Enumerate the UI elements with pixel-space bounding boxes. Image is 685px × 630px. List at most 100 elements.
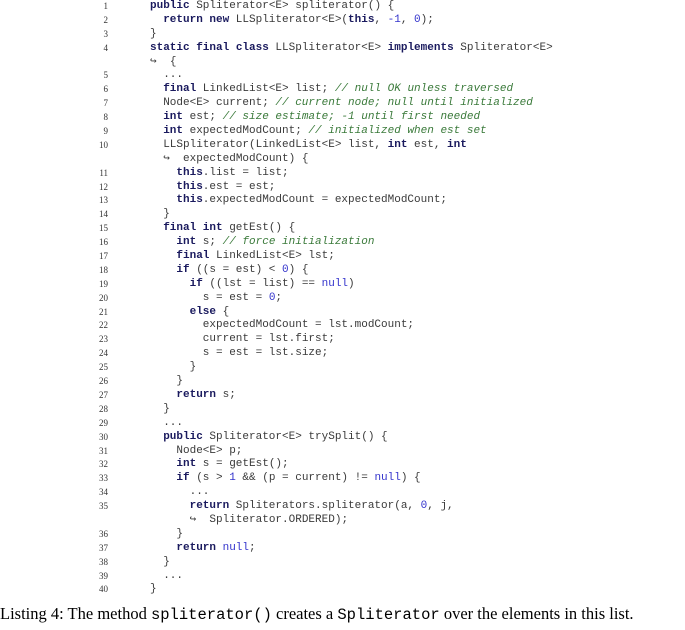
code-token: , [374,13,388,26]
literal: 1 [229,472,236,485]
code-line: 17 final LinkedList<E> lst; [0,250,685,264]
keyword: public [163,430,203,443]
code-token: { [216,305,230,318]
line-number: 30 [99,431,108,442]
code-token: Node<E> current; [163,97,276,110]
code-line: 38} [0,556,685,570]
literal: null [374,472,401,485]
line-number: 16 [99,237,108,248]
code-token: ; [275,291,283,304]
code-line: 23 current = lst.first; [0,333,685,347]
line-number: 8 [103,112,109,123]
code-text: ↪ Spliterator.ORDERED); [190,514,348,528]
keyword: this [176,180,203,193]
keyword: int [447,138,467,151]
code-line: 27 return s; [0,389,685,403]
code-token: LLSpliterator<E> [268,41,388,54]
code-text: ↪ { [150,56,176,70]
keyword: implements [387,41,454,54]
line-number: 20 [99,292,108,303]
line-number: 22 [99,320,108,331]
caption-text: creates a [271,604,338,623]
code-text: Node<E> current; // current node; null u… [163,97,533,111]
code-text: ... [163,69,183,83]
comment: // force initialization [222,236,375,249]
code-token: .expectedModCount = expectedModCount; [202,194,448,207]
keyword: final [176,250,210,263]
line-number: 18 [99,264,108,275]
code-line: 10 LLSpliterator(LinkedList<E> list, int … [0,139,685,153]
code-token: ) { [400,472,421,485]
code-line: 5... [0,69,685,83]
line-number: 37 [99,542,108,553]
code-text: final LinkedList<E> list; // null OK unl… [163,83,513,97]
code-token: s = getEst(); [196,458,289,471]
code-line: 31 Node<E> p; [0,445,685,459]
keyword: return new [163,13,230,26]
code-text: ... [163,417,183,431]
code-text: final LinkedList<E> lst; [176,250,334,264]
code-line: 22 expectedModCount = lst.modCount; [0,319,685,333]
code-text: int s; // force initialization [176,236,374,250]
code-line: 32 int s = getEst(); [0,458,685,472]
line-number: 9 [103,126,109,137]
code-token: .list = list; [202,166,289,179]
code-token: } [176,375,183,388]
line-number: 28 [99,403,108,414]
code-text: } [163,556,170,570]
line-number: 38 [99,556,108,567]
code-token: } [150,27,157,40]
code-token: LinkedList<E> list; [196,83,335,96]
code-line: 13 this.expectedModCount = expectedModCou… [0,194,685,208]
code-line: 3} [0,28,685,42]
code-token: } [163,402,170,415]
code-line: 26} [0,375,685,389]
keyword: int [163,111,183,124]
code-text: else { [190,306,230,320]
code-token: s; [216,388,236,401]
code-line: ↪ Spliterator.ORDERED); [0,514,685,528]
code-text: if ((s = est) < 0) { [176,264,308,278]
line-number: 10 [99,139,108,150]
keyword: int [176,458,197,471]
code-token: (s > [189,472,230,485]
keyword: return [176,541,216,554]
keyword: int [176,236,197,249]
line-number: 6 [103,84,109,95]
code-text: return new LLSpliterator<E>(this, -1, 0)… [163,14,434,28]
code-text: static final class LLSpliterator<E> impl… [150,42,553,56]
code-line: ↪ expectedModCount) { [0,153,685,167]
line-number: 2 [103,14,109,25]
code-text: LLSpliterator(LinkedList<E> list, int es… [163,139,467,153]
code-token: LinkedList<E> lst; [209,250,335,263]
code-text: this.est = est; [176,181,275,195]
code-line: 30 public Spliterator<E> trySplit() { [0,431,685,445]
line-number: 40 [99,584,108,595]
comment: // null OK unless traversed [334,83,514,96]
caption-text: The method [63,604,151,623]
code-token: ((s = est) < [189,263,283,276]
code-text: expectedModCount = lst.modCount; [203,319,414,333]
code-text: int s = getEst(); [176,458,288,472]
keyword: else [189,305,216,318]
line-number: 21 [99,306,108,317]
code-token: Spliterator<E> spliterator() { [189,0,395,12]
code-text: final int getEst() { [163,222,295,236]
code-text: } [190,361,197,375]
code-text: ↪ expectedModCount) { [163,153,308,167]
caption-label: Listing 4: [0,604,64,623]
line-number: 3 [103,28,109,39]
keyword: final [163,83,197,96]
caption-code-class: Spliterator [337,606,440,624]
code-token: } [150,583,157,596]
line-number: 24 [99,348,108,359]
code-token: ↪ { [150,55,177,68]
code-line: 19 if ((lst = list) == null) [0,278,685,292]
line-number: 11 [99,167,108,178]
code-token: Spliterators.spliterator(a, [229,500,421,513]
line-number: 23 [99,334,108,345]
code-line: 18 if ((s = est) < 0) { [0,264,685,278]
line-number: 32 [99,459,108,470]
keyword: if [176,263,190,276]
code-line: 4 static final class LLSpliterator<E> imp… [0,42,685,56]
